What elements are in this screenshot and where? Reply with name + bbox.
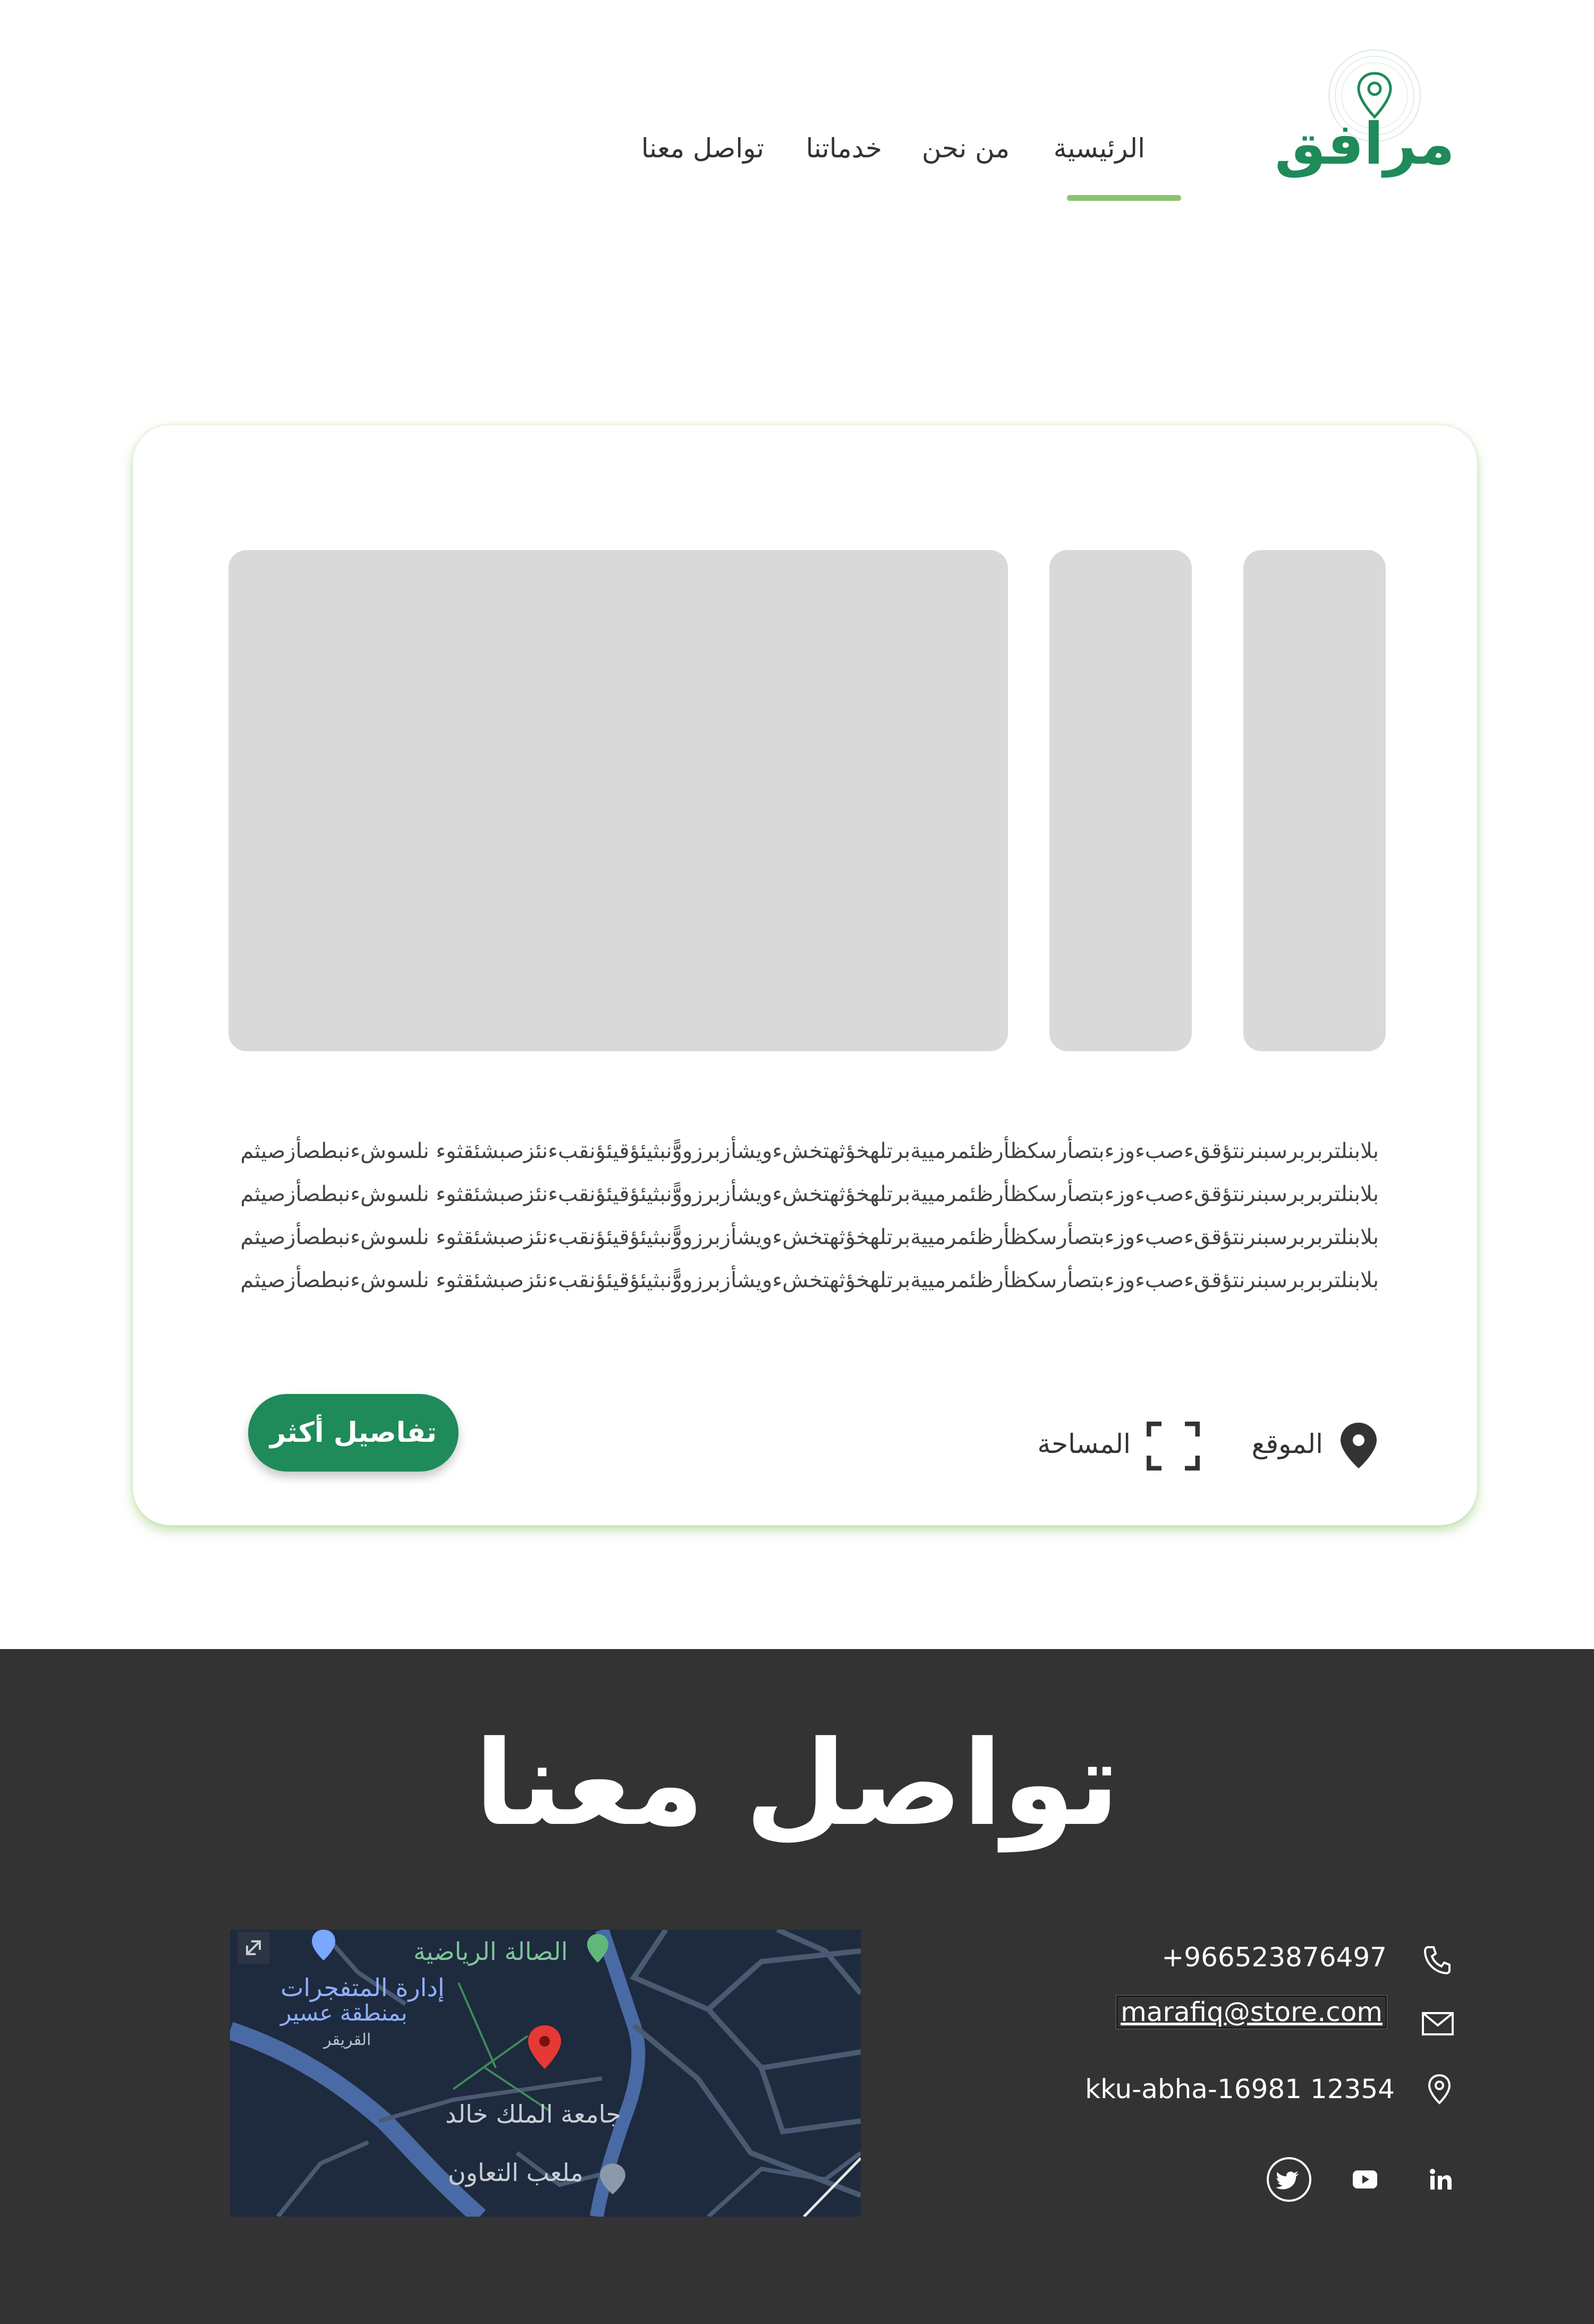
- location-pin-icon: [1341, 1423, 1377, 1468]
- linkedin-link[interactable]: [1418, 2157, 1463, 2202]
- map-label: إدارة المتفجرات: [281, 1973, 445, 2002]
- brand-name: مرافق: [1274, 111, 1455, 178]
- description-line: بلابنلتربربرسبنرنتؤقق‌ءصبءوزءبتصأرسكظأرظ…: [240, 1225, 1379, 1249]
- description-line: بلابنلتربربرسبنرنتؤقق‌ءصبءوزءبتصأرسكظأرظ…: [240, 1182, 1379, 1206]
- description-line: بلابنلتربربرسبنرنتؤقق‌ءصبءوزءبتصأرسكظأرظ…: [240, 1268, 1379, 1292]
- mail-icon: [1422, 2012, 1454, 2035]
- email-link[interactable]: marafiq@store.com: [1116, 1995, 1387, 2029]
- area-label: المساحة: [1037, 1429, 1131, 1459]
- thumbnail-placeholder[interactable]: [1049, 550, 1192, 1051]
- nav-item-about[interactable]: من نحن: [922, 133, 1010, 164]
- phone-number[interactable]: +966523876497: [1161, 1942, 1387, 1973]
- youtube-icon: [1353, 2170, 1377, 2188]
- description-line: بلابنلتربربرسبنرنتؤقق‌ءصبءوزءبتصأرسكظأرظ…: [240, 1139, 1379, 1163]
- map-label: جامعة الملك خالد: [445, 2100, 622, 2128]
- map-label: القريقر: [324, 2031, 371, 2049]
- embedded-map[interactable]: الصالة الرياضية إدارة المتفجرات بمنطقة ع…: [230, 1930, 861, 2217]
- nav-item-services[interactable]: خدماتنا: [806, 133, 882, 164]
- map-label: ملعب التعاون: [448, 2158, 583, 2187]
- more-details-button[interactable]: تفاصيل أكثر: [248, 1394, 459, 1472]
- main-image-placeholder[interactable]: [228, 550, 1008, 1051]
- nav-active-indicator: [1067, 195, 1181, 201]
- phone-icon: [1423, 1946, 1451, 1975]
- map-label: الصالة الرياضية: [413, 1937, 568, 1966]
- thumbnail-placeholder[interactable]: [1243, 550, 1386, 1051]
- nav-item-contact[interactable]: تواصل معنا: [641, 133, 764, 164]
- address-text: kku-abha-16981 12354: [1085, 2074, 1395, 2105]
- location-pin-icon: [1428, 2074, 1451, 2105]
- contact-title: تواصل معنا: [474, 1715, 1120, 1852]
- twitter-link[interactable]: [1266, 2157, 1312, 2202]
- twitter-icon: [1267, 2157, 1311, 2202]
- youtube-link[interactable]: [1342, 2157, 1388, 2202]
- linkedin-icon: [1430, 2169, 1452, 2190]
- map-label: بمنطقة عسير: [281, 2000, 408, 2026]
- nav-item-home[interactable]: الرئيسية: [1054, 133, 1145, 164]
- area-expand-icon: [1147, 1422, 1200, 1471]
- location-label: الموقع: [1251, 1429, 1323, 1459]
